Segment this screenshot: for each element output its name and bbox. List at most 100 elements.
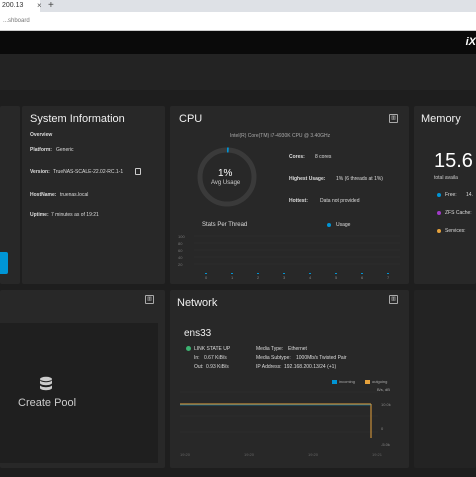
ip-address-label: IP Address: xyxy=(256,364,282,370)
outgoing-legend-label: outgoing xyxy=(372,379,388,384)
new-tab-button[interactable]: + xyxy=(48,0,54,11)
in-label: In: xyxy=(194,355,200,361)
thread-usage-bar xyxy=(335,273,337,274)
media-subtype-value: 1000Mb/s Twisted Pair xyxy=(296,355,347,361)
thread-usage-bar xyxy=(231,273,233,274)
media-type-value: Ethernet xyxy=(288,346,307,352)
thread-chart-ytick: 80 xyxy=(178,241,183,246)
cores-value: 8 cores xyxy=(315,154,332,160)
media-type-label: Media Type: xyxy=(256,346,284,352)
thread-chart-xtick: 2 xyxy=(257,275,260,280)
network-chart-ytick: 10.0k xyxy=(381,402,391,407)
cpu-card: CPU ▥ Intel(R) Core(TM) i7-4930K CPU @ 3… xyxy=(170,106,409,284)
thread-usage-bar xyxy=(309,273,311,274)
thread-chart-ytick: 20 xyxy=(178,262,183,267)
address-text: ...shboard xyxy=(3,18,30,24)
thread-usage-bar xyxy=(361,273,363,274)
memory-total-label: total availa xyxy=(434,175,458,181)
link-state-label: LINK STATE UP xyxy=(194,346,231,352)
browser-tab[interactable]: 200.13 × xyxy=(0,0,42,12)
ip-address-value: 192.168.200.13/24 (+1) xyxy=(284,364,337,370)
tab-title: 200.13 xyxy=(2,2,24,9)
thread-chart-ytick: 40 xyxy=(178,255,183,260)
create-pool-area[interactable]: Create Pool xyxy=(0,323,158,463)
cores-label: Cores: xyxy=(289,154,305,160)
right-card-partial xyxy=(414,290,476,468)
cpu-usage-label: Avg Usage xyxy=(211,180,241,186)
usage-legend-dot xyxy=(327,223,331,227)
stats-per-thread-label: Stats Per Thread xyxy=(202,222,248,228)
usage-legend-label: Usage xyxy=(336,222,351,228)
overview-label: Overview xyxy=(30,132,53,138)
thread-usage-bar xyxy=(283,273,285,274)
network-reports-icon[interactable]: ▥ xyxy=(389,295,398,304)
platform-value: Generic xyxy=(56,147,74,153)
page-toolbar xyxy=(0,54,476,90)
left-card-partial xyxy=(0,106,20,284)
thread-chart-xtick: 1 xyxy=(231,275,234,280)
services-legend-dot xyxy=(437,229,441,233)
network-chart-xtick: 19:20 xyxy=(244,452,255,457)
zfs-cache-label: ZFS Cache: xyxy=(445,210,472,216)
memory-total-value: 15.6 xyxy=(434,150,473,172)
database-icon xyxy=(40,376,52,391)
incoming-legend-swatch xyxy=(332,380,337,384)
platform-label: Platform: xyxy=(30,147,52,153)
thread-chart: 100 80 60 40 20 0 1 2 3 4 5 6 7 xyxy=(178,234,400,280)
system-info-card: System Information Overview Platform: Ge… xyxy=(22,106,165,284)
out-value: 0.93 KiB/s xyxy=(206,364,229,370)
network-chart-ytick: 0 xyxy=(381,426,384,431)
network-chart-xtick: 19:21 xyxy=(372,452,383,457)
thread-chart-ytick: 60 xyxy=(178,248,183,253)
network-title: Network xyxy=(177,297,218,309)
browser-tab-bar: 200.13 × + xyxy=(0,0,476,12)
close-tab-icon[interactable]: × xyxy=(37,1,42,10)
media-subtype-label: Media Subtype: xyxy=(256,355,291,361)
memory-card: Memory 15.6 total availa Free: 14. ZFS C… xyxy=(414,106,476,284)
partial-button[interactable] xyxy=(0,252,8,274)
free-label: Free: xyxy=(445,192,457,198)
hottest-value: Data not provided xyxy=(320,198,360,204)
reports-chart-icon[interactable]: ▥ xyxy=(389,114,398,123)
cpu-model: Intel(R) Core(TM) i7-4930K CPU @ 3.40GHz xyxy=(230,133,331,139)
pool-reports-icon[interactable]: ▥ xyxy=(145,295,154,304)
hostname-value: truenas.local xyxy=(60,192,89,198)
truenas-logo: iX xyxy=(465,36,476,48)
thread-chart-xtick: 7 xyxy=(387,275,390,280)
network-card: Network ▥ ens33 LINK STATE UP In: 0.67 K… xyxy=(170,290,409,468)
thread-chart-xtick: 5 xyxy=(335,275,338,280)
pool-card: ▥ Create Pool xyxy=(0,290,165,468)
in-value: 0.67 KiB/s xyxy=(204,355,227,361)
address-bar[interactable]: ...shboard xyxy=(0,12,476,31)
thread-chart-xtick: 0 xyxy=(205,275,208,280)
free-legend-dot xyxy=(437,193,441,197)
cpu-title: CPU xyxy=(179,113,203,125)
link-state-icon xyxy=(186,346,191,351)
thread-chart-ytick: 100 xyxy=(178,234,185,239)
thread-chart-xtick: 4 xyxy=(309,275,312,280)
network-chart-ytick: -5.0k xyxy=(381,442,390,447)
interface-name: ens33 xyxy=(184,328,212,339)
uptime-value: 7 minutes as of 19:21 xyxy=(51,212,99,218)
highest-usage-value: 1% (6 threads at 1%) xyxy=(336,176,383,182)
highest-usage-label: Highest Usage: xyxy=(289,176,326,182)
app-header: iX xyxy=(0,31,476,54)
uptime-label: Uptime: xyxy=(30,212,49,218)
create-pool-label: Create Pool xyxy=(18,397,77,409)
cpu-usage-value: 1% xyxy=(218,168,233,179)
hottest-label: Hottest: xyxy=(289,198,308,204)
services-label: Services: xyxy=(445,228,466,234)
thread-usage-bar xyxy=(387,273,389,274)
thread-chart-xtick: 6 xyxy=(361,275,364,280)
memory-title: Memory xyxy=(421,113,461,125)
copy-icon[interactable] xyxy=(135,168,141,175)
thread-chart-xtick: 3 xyxy=(283,275,286,280)
network-chart: 10.0k 0 -5.0k 19:20 19:20 19:20 19:21 xyxy=(180,391,391,457)
thread-usage-bar xyxy=(205,273,207,274)
free-value: 14. xyxy=(466,192,473,198)
incoming-legend-label: incoming xyxy=(339,379,356,384)
thread-usage-bar xyxy=(257,273,259,274)
version-label: Version: xyxy=(30,169,50,175)
out-label: Out: xyxy=(194,364,204,370)
hostname-label: HostName: xyxy=(30,192,57,198)
